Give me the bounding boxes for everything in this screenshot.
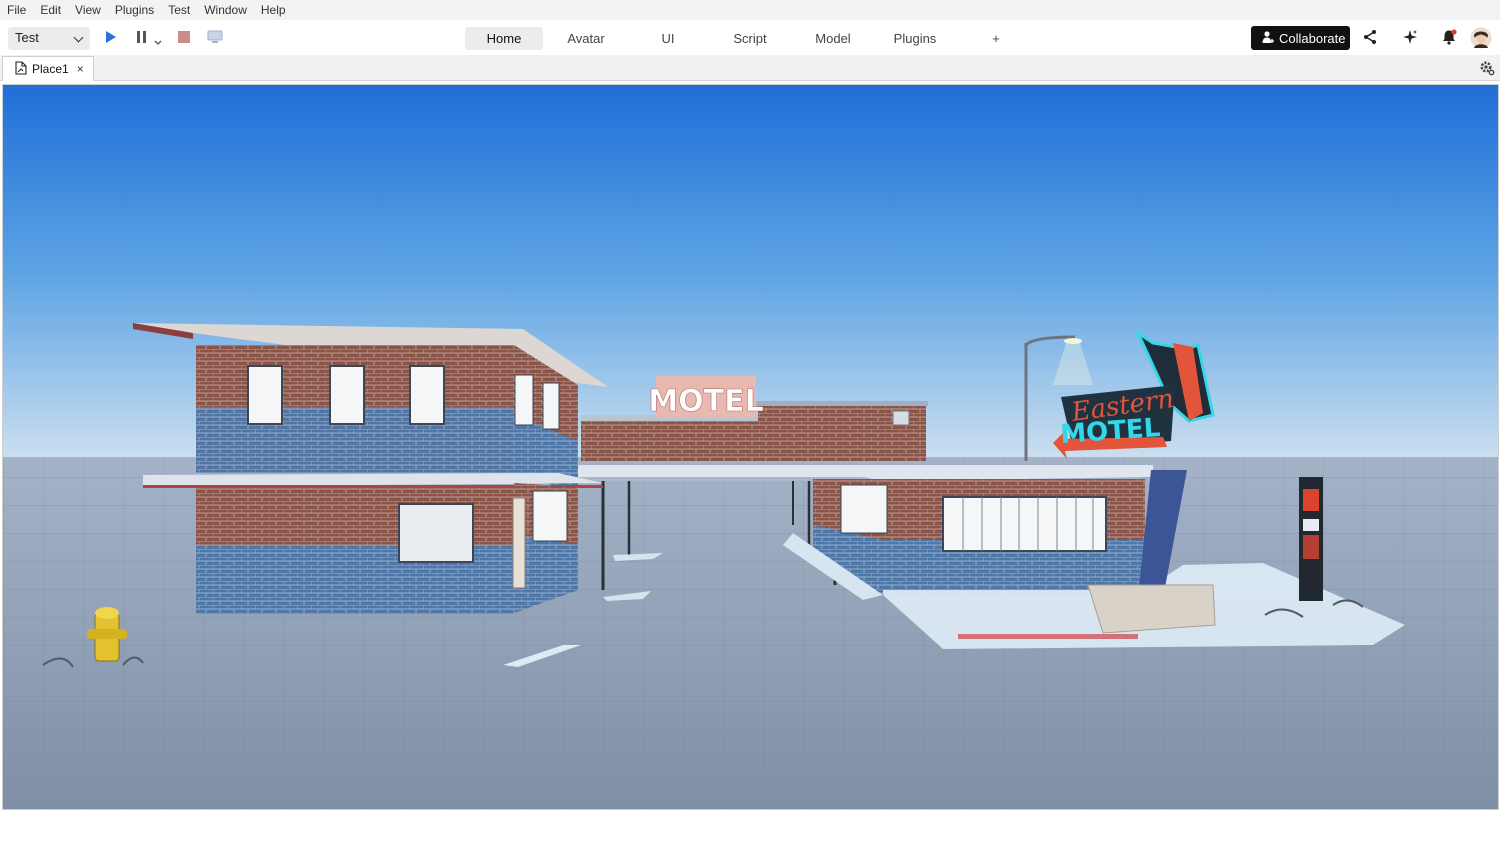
client-server-icon[interactable] bbox=[207, 29, 223, 50]
tab-ui[interactable]: UI bbox=[629, 27, 707, 50]
tab-script[interactable]: Script bbox=[707, 27, 793, 50]
stop-icon[interactable] bbox=[177, 29, 191, 50]
menu-edit[interactable]: Edit bbox=[40, 3, 61, 17]
tab-plugins[interactable]: Plugins bbox=[873, 27, 957, 50]
assistant-sparkle-icon[interactable] bbox=[1402, 29, 1418, 50]
share-icon[interactable] bbox=[1362, 29, 1378, 50]
collaborate-button[interactable]: Collaborate bbox=[1251, 26, 1350, 50]
menu-help[interactable]: Help bbox=[261, 3, 286, 17]
scene-render: MOTEL Eastern MOTEL bbox=[3, 85, 1498, 809]
ribbon-tabs: Home Avatar UI Script Model Plugins + bbox=[465, 27, 1035, 50]
add-user-icon bbox=[1261, 30, 1275, 47]
menu-plugins[interactable]: Plugins bbox=[115, 3, 154, 17]
viewport-settings-gear-icon[interactable] bbox=[1479, 60, 1495, 81]
tab-home[interactable]: Home bbox=[465, 27, 543, 50]
pause-icon[interactable] bbox=[135, 29, 149, 50]
3d-viewport[interactable]: MOTEL Eastern MOTEL bbox=[2, 84, 1499, 810]
document-tab-strip: Place1 × bbox=[0, 55, 1500, 81]
menu-bar: File Edit View Plugins Test Window Help bbox=[0, 0, 1500, 20]
document-tab-label: Place1 bbox=[32, 62, 69, 76]
menu-window[interactable]: Window bbox=[204, 3, 247, 17]
menu-test[interactable]: Test bbox=[168, 3, 190, 17]
avatar[interactable] bbox=[1470, 27, 1492, 54]
place-file-icon bbox=[15, 60, 27, 78]
close-tab-icon[interactable]: × bbox=[77, 62, 84, 76]
add-tab-button[interactable]: + bbox=[957, 27, 1035, 50]
document-tab-place1[interactable]: Place1 × bbox=[2, 56, 94, 81]
pause-options-chevron-icon[interactable] bbox=[154, 33, 162, 51]
tab-avatar[interactable]: Avatar bbox=[543, 27, 629, 50]
notification-bell-icon[interactable] bbox=[1441, 29, 1457, 50]
mode-dropdown-value: Test bbox=[15, 30, 39, 45]
play-icon[interactable] bbox=[104, 29, 118, 50]
chevron-down-icon bbox=[73, 32, 84, 43]
menu-file[interactable]: File bbox=[7, 3, 26, 17]
billboard-motel-text: MOTEL bbox=[648, 384, 763, 419]
menu-view[interactable]: View bbox=[75, 3, 101, 17]
tab-model[interactable]: Model bbox=[793, 27, 873, 50]
mode-dropdown[interactable]: Test bbox=[8, 27, 90, 50]
toolbar: Test Home Avatar UI Script Model Plugins… bbox=[0, 20, 1500, 55]
collaborate-label: Collaborate bbox=[1279, 30, 1346, 46]
